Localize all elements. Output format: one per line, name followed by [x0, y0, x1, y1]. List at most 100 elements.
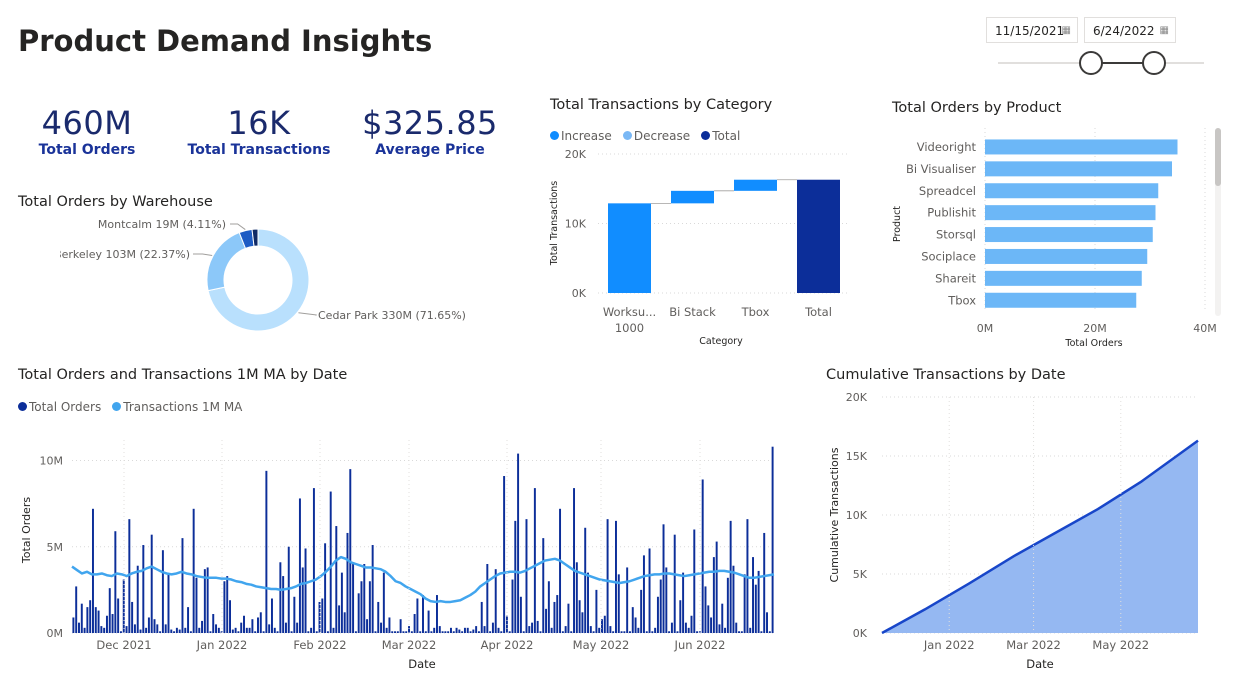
calendar-icon[interactable]: ▦ — [1062, 18, 1071, 44]
order-bar[interactable] — [195, 577, 198, 633]
order-bar[interactable] — [676, 631, 679, 633]
order-bar[interactable] — [105, 615, 108, 633]
order-bar[interactable] — [298, 498, 301, 633]
order-bar[interactable] — [150, 534, 153, 633]
order-bar[interactable] — [310, 627, 313, 633]
order-bar[interactable] — [740, 631, 743, 633]
order-bar[interactable] — [377, 601, 380, 633]
order-bar[interactable] — [262, 631, 265, 633]
order-bar[interactable] — [466, 627, 469, 633]
order-bar[interactable] — [352, 562, 355, 633]
order-bar[interactable] — [603, 615, 606, 633]
order-bar[interactable] — [668, 631, 671, 633]
order-bar[interactable] — [682, 572, 685, 633]
order-bar[interactable] — [581, 612, 584, 633]
order-bar[interactable] — [710, 617, 713, 633]
order-bar[interactable] — [343, 612, 346, 633]
order-bar[interactable] — [326, 631, 329, 633]
order-bar[interactable] — [419, 631, 422, 633]
product-bar[interactable] — [985, 292, 1137, 308]
order-bar[interactable] — [223, 581, 226, 633]
order-bar[interactable] — [718, 624, 721, 633]
order-bar[interactable] — [461, 631, 464, 633]
daily-combo-chart[interactable]: 0M 5M 10M Dec 2021 Jan 2022 Feb 2022 Mar 2022 A… — [10, 420, 790, 682]
order-bar[interactable] — [284, 622, 287, 633]
order-bar[interactable] — [648, 548, 651, 633]
order-bar[interactable] — [329, 491, 332, 633]
order-bar[interactable] — [757, 570, 760, 633]
order-bar[interactable] — [354, 631, 357, 633]
order-bar[interactable] — [338, 605, 341, 633]
order-bar[interactable] — [374, 631, 377, 633]
start-date-input[interactable]: 11/15/2021 ▦ — [986, 17, 1078, 43]
order-bar[interactable] — [254, 631, 257, 633]
order-bar[interactable] — [282, 576, 285, 633]
order-bar[interactable] — [97, 610, 100, 633]
order-bar[interactable] — [693, 529, 696, 634]
order-bar[interactable] — [156, 624, 159, 633]
order-bar[interactable] — [458, 629, 461, 633]
order-bar[interactable] — [103, 627, 106, 633]
slider-end-handle[interactable] — [1142, 51, 1166, 75]
order-bar[interactable] — [170, 629, 173, 633]
order-bar[interactable] — [229, 600, 231, 633]
order-bar[interactable] — [444, 631, 447, 633]
order-bar[interactable] — [715, 541, 718, 633]
order-bar[interactable] — [743, 574, 746, 633]
product-bar[interactable] — [985, 161, 1172, 177]
order-bar[interactable] — [670, 622, 673, 633]
calendar-icon[interactable]: ▦ — [1160, 18, 1169, 44]
order-bar[interactable] — [391, 631, 394, 633]
order-bar[interactable] — [542, 538, 545, 633]
legend-total-orders[interactable]: Total Orders — [18, 400, 101, 414]
order-bar[interactable] — [752, 557, 755, 633]
order-bar[interactable] — [615, 520, 617, 633]
order-bar[interactable] — [469, 631, 472, 633]
order-bar[interactable] — [754, 584, 757, 633]
order-bar[interactable] — [304, 548, 307, 633]
order-bar[interactable] — [396, 631, 399, 633]
order-bar[interactable] — [117, 598, 120, 634]
order-bar[interactable] — [592, 631, 595, 633]
order-bar[interactable] — [259, 612, 262, 633]
order-bar[interactable] — [430, 631, 433, 633]
order-bar[interactable] — [405, 631, 408, 633]
order-bar[interactable] — [651, 631, 654, 633]
order-bar[interactable] — [612, 631, 615, 633]
order-bar[interactable] — [712, 557, 715, 633]
order-bar[interactable] — [589, 626, 592, 633]
order-bar[interactable] — [159, 631, 162, 633]
order-bar[interactable] — [519, 596, 522, 633]
order-bar[interactable] — [749, 627, 752, 633]
warehouse-donut-chart[interactable]: Cedar Park 330M (71.65%) Berkeley 103M (2… — [60, 214, 480, 344]
order-bar[interactable] — [198, 627, 201, 633]
order-bar[interactable] — [738, 631, 741, 633]
order-bar[interactable] — [189, 631, 192, 633]
order-bar[interactable] — [145, 627, 148, 633]
order-bar[interactable] — [578, 600, 581, 633]
order-bar[interactable] — [340, 572, 343, 633]
order-bar[interactable] — [388, 617, 391, 633]
order-bar[interactable] — [226, 576, 229, 633]
order-bar[interactable] — [173, 631, 176, 633]
order-bar[interactable] — [72, 617, 75, 633]
order-bar[interactable] — [394, 631, 397, 633]
order-bar[interactable] — [181, 538, 184, 633]
order-bar[interactable] — [94, 607, 97, 633]
order-bar[interactable] — [556, 595, 559, 633]
order-bar[interactable] — [349, 469, 352, 633]
order-bar[interactable] — [494, 569, 497, 633]
order-bar[interactable] — [100, 626, 103, 633]
waterfall-bar[interactable] — [734, 179, 777, 191]
order-bar[interactable] — [187, 607, 190, 633]
scrollbar-thumb[interactable] — [1215, 128, 1221, 186]
order-bar[interactable] — [161, 550, 164, 633]
order-bar[interactable] — [240, 622, 243, 633]
order-bar[interactable] — [371, 545, 374, 633]
cumulative-area-chart[interactable]: 0K 5K 10K 15K 20K Jan 2022 Mar 2022 May 2022 Dat… — [820, 385, 1220, 682]
order-bar[interactable] — [550, 627, 553, 633]
product-bar[interactable] — [985, 183, 1159, 199]
transactions-ma-line[interactable] — [71, 555, 775, 604]
order-bar[interactable] — [125, 626, 128, 633]
product-bar[interactable] — [985, 227, 1153, 243]
